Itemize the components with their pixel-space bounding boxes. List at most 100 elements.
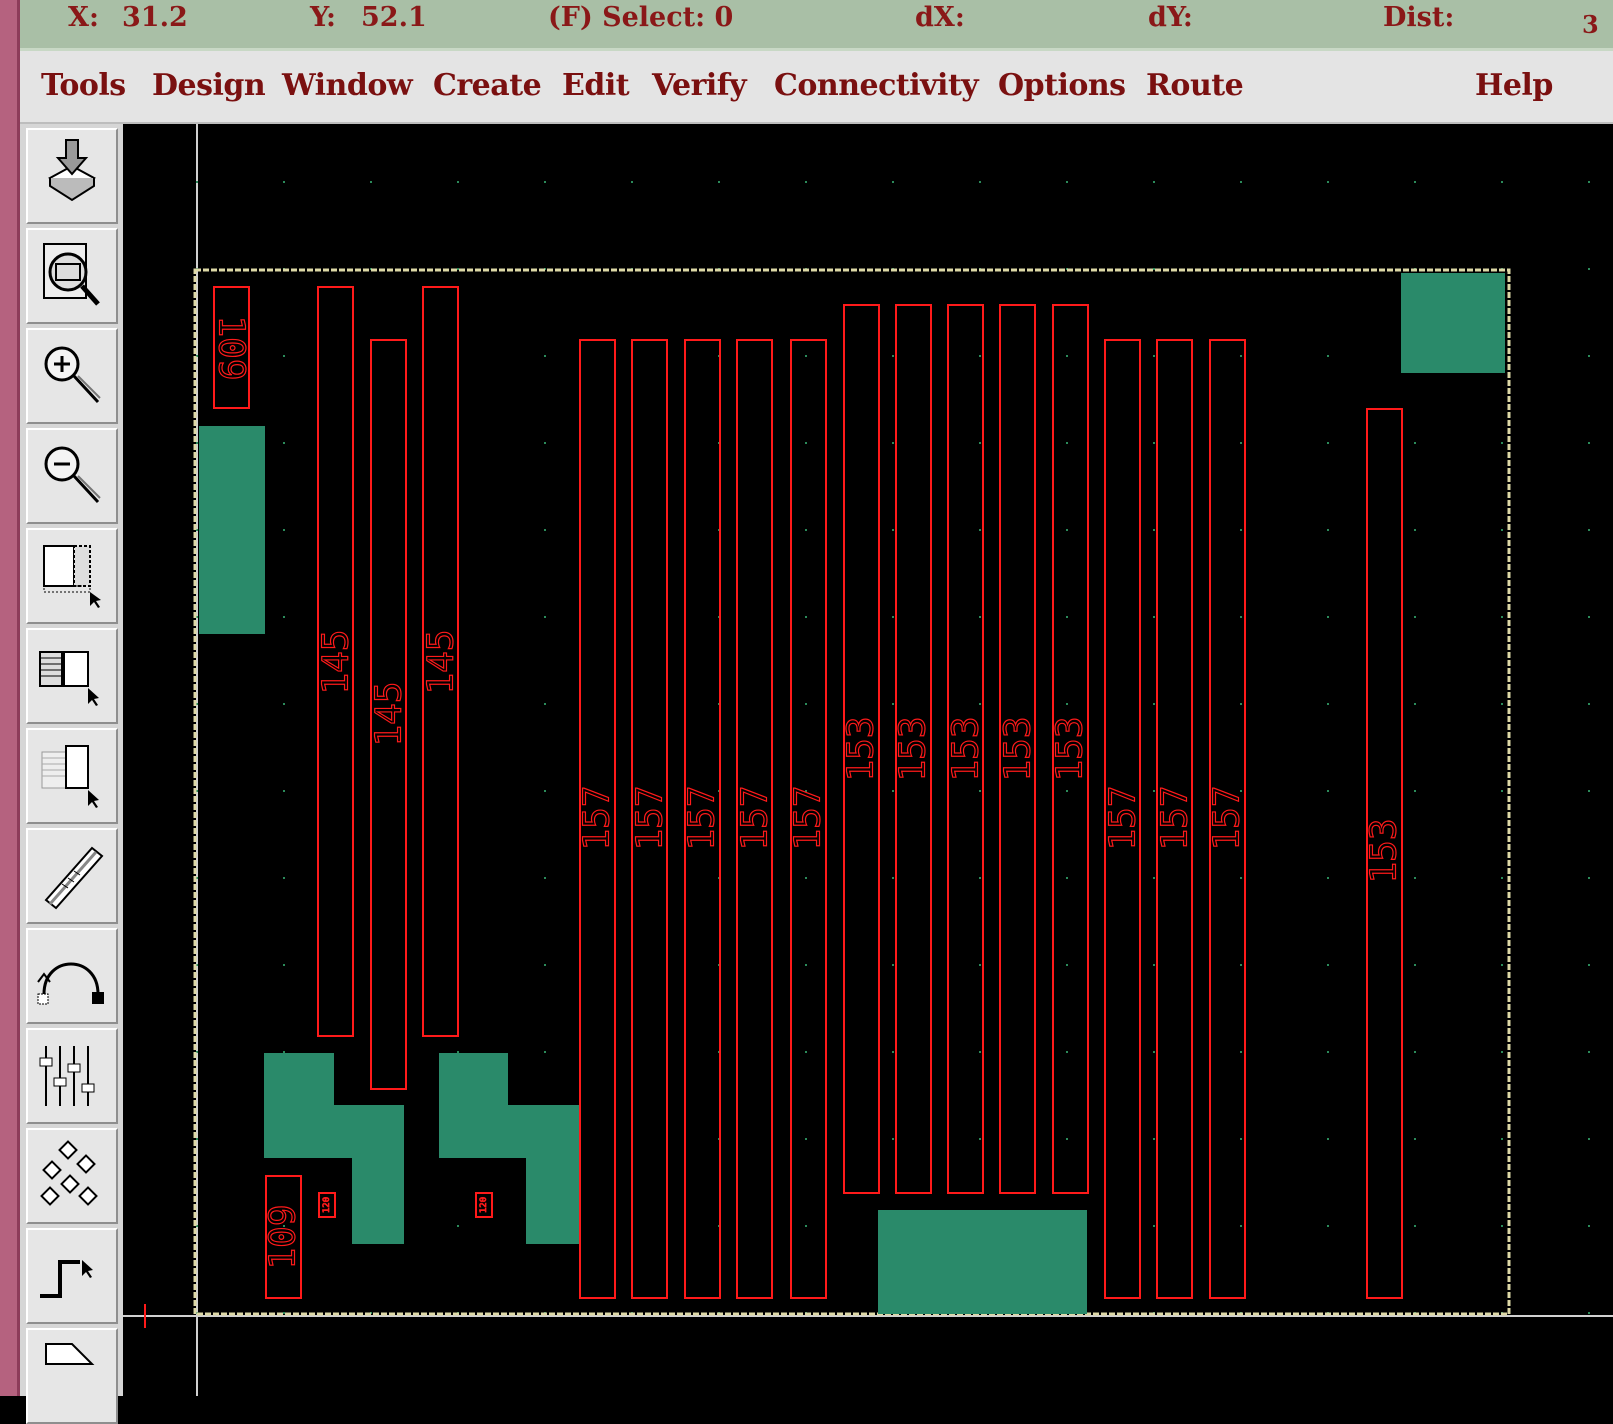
grid-dot (1327, 355, 1329, 357)
grid-dot (979, 442, 981, 444)
grid-dot (1588, 1312, 1590, 1314)
grid-dot (1153, 1225, 1155, 1227)
grid-dot (1240, 181, 1242, 183)
grid-dot (1153, 1051, 1155, 1053)
grid-dot (1066, 529, 1068, 531)
menu-create[interactable]: Create (433, 68, 542, 103)
polygon-icon (45, 1343, 95, 1365)
grid-dot (283, 1051, 285, 1053)
grid-dot (979, 181, 981, 183)
grid-dot (979, 1051, 981, 1053)
label-col-b: 145 (369, 681, 410, 746)
label-left-bottom: 109 (263, 1204, 304, 1269)
grid-dot (1588, 1225, 1590, 1227)
grid-dot (805, 964, 807, 966)
tool-save-button[interactable] (26, 128, 118, 224)
grid-dot (544, 529, 546, 531)
grid-dot (1501, 181, 1503, 183)
tool-select-area-button[interactable] (26, 528, 118, 624)
grid-dot (1588, 181, 1590, 183)
grid-dot (979, 790, 981, 792)
menu-help[interactable]: Help (1475, 68, 1553, 103)
grid-dot (892, 1051, 894, 1053)
grid-dot (1588, 355, 1590, 357)
grid-dot (1153, 529, 1155, 531)
grid-dot (1501, 616, 1503, 618)
grid-dot (196, 181, 198, 183)
tool-select-partial-button[interactable] (26, 728, 118, 824)
layout-canvas[interactable]: 109 145 145 145 157 157 157 157 157 153 … (123, 124, 1613, 1396)
grid-dot (1066, 442, 1068, 444)
tool-zoom-out-button[interactable] (26, 428, 118, 524)
grid-dot (892, 790, 894, 792)
label-g1-1: 157 (577, 785, 618, 850)
tool-path-button[interactable] (26, 1228, 118, 1324)
label-col-c: 145 (421, 629, 462, 694)
grid-dot (1327, 529, 1329, 531)
menu-route[interactable]: Route (1146, 68, 1244, 103)
grid-dot (1066, 355, 1068, 357)
menu-tools[interactable]: Tools (41, 68, 126, 103)
grid-dot (1588, 1051, 1590, 1053)
grid-dot (544, 616, 546, 618)
tool-connect-button[interactable] (26, 1128, 118, 1224)
grid-dot (1066, 1138, 1068, 1140)
grid-dot (1066, 964, 1068, 966)
grid-dot (1240, 964, 1242, 966)
tool-arc-button[interactable] (26, 928, 118, 1024)
grid-dot (1588, 877, 1590, 879)
grid-dot (1240, 1051, 1242, 1053)
grid-dot (1414, 616, 1416, 618)
zoom-out-icon (44, 446, 101, 504)
grid-dot (1153, 1138, 1155, 1140)
tool-ruler-button[interactable] (26, 828, 118, 924)
path-icon (40, 1260, 93, 1298)
grid-dot (1501, 790, 1503, 792)
grid-dot (1414, 1138, 1416, 1140)
grid-dot (805, 529, 807, 531)
grid-dot (1588, 790, 1590, 792)
grid-dot (544, 790, 546, 792)
grid-dot (544, 442, 546, 444)
zoom-in-icon (44, 346, 101, 404)
menu-verify[interactable]: Verify (652, 68, 747, 103)
grid-dot (1327, 442, 1329, 444)
tool-polygon-button[interactable] (26, 1328, 118, 1424)
grid-dot (1327, 1138, 1329, 1140)
align-icon (39, 1046, 95, 1106)
label-left-top: 109 (211, 315, 252, 380)
connect-icon (40, 1140, 98, 1206)
tool-select-multiple-button[interactable] (26, 628, 118, 724)
x-coord-label: X: (68, 2, 99, 33)
menu-connectivity[interactable]: Connectivity (774, 68, 979, 103)
grid-dot (1588, 442, 1590, 444)
grid-dot (1501, 877, 1503, 879)
grid-dot (892, 877, 894, 879)
tool-zoom-in-button[interactable] (26, 328, 118, 424)
select-multiple-icon (39, 651, 99, 706)
menu-window[interactable]: Window (282, 68, 413, 103)
grid-dot (544, 703, 546, 705)
grid-dot (1588, 268, 1590, 270)
grid-dot (1501, 1225, 1503, 1227)
grid-dot (1240, 703, 1242, 705)
tool-fit-view-button[interactable] (26, 228, 118, 324)
grid-dot (1414, 1051, 1416, 1053)
menu-edit[interactable]: Edit (562, 68, 630, 103)
label-right: 153 (1364, 818, 1405, 883)
grid-dot (1153, 355, 1155, 357)
tool-align-button[interactable] (26, 1028, 118, 1124)
grid-dot (283, 442, 285, 444)
label-g2-4: 153 (998, 716, 1039, 781)
menu-options[interactable]: Options (998, 68, 1126, 103)
menu-design[interactable]: Design (152, 68, 266, 103)
grid-dot (805, 1138, 807, 1140)
grid-dot (1501, 703, 1503, 705)
grid-dot (1414, 181, 1416, 183)
grid-dot (283, 181, 285, 183)
grid-dot (457, 268, 459, 270)
grid-dot (1327, 790, 1329, 792)
grid-dot (1501, 529, 1503, 531)
dist-label: Dist: (1383, 2, 1455, 33)
select-count: (F) Select: 0 (548, 2, 734, 33)
